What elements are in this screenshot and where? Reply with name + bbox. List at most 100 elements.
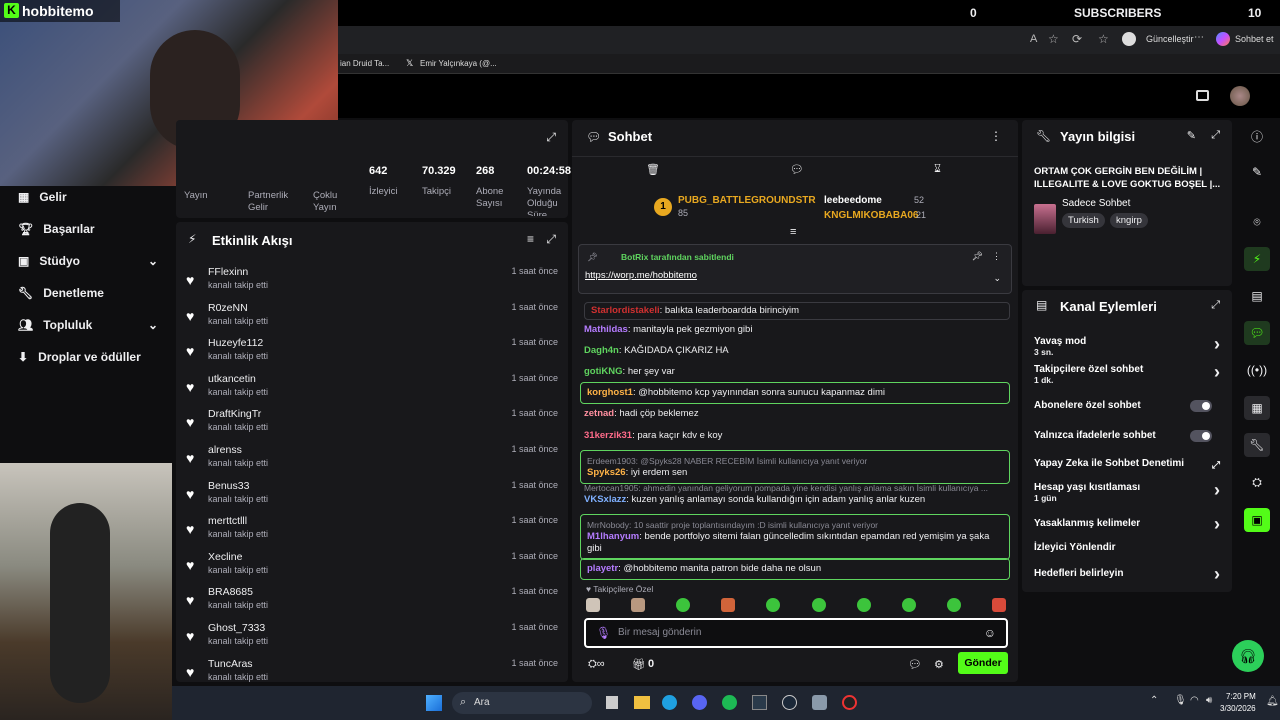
settings-app-icon[interactable]: [812, 695, 827, 710]
app-rail-icon[interactable]: ▣: [1244, 508, 1270, 532]
action-item[interactable]: Hesap yaşı kısıtlaması 1 gün ›: [1034, 480, 1224, 503]
info-icon[interactable]: ⓘ: [1244, 124, 1270, 148]
emote-item[interactable]: [631, 598, 646, 612]
feed-username[interactable]: DraftKingTr: [208, 408, 261, 420]
chat-rail-icon[interactable]: 💬︎: [1244, 321, 1270, 345]
bookmark-1[interactable]: ian Druid Ta...: [340, 59, 389, 68]
multistream-tab[interactable]: Çoklu Yayın: [313, 190, 353, 214]
support-headset-icon[interactable]: 🎧︎: [1232, 640, 1264, 672]
emote-item[interactable]: [856, 598, 871, 612]
expand-leaderboard-icon[interactable]: ≡: [790, 226, 796, 238]
chat-username[interactable]: gotiKNG: [584, 366, 623, 377]
user-avatar[interactable]: [1230, 86, 1250, 106]
chat-username[interactable]: Spyks26: [587, 467, 626, 478]
tag-kngirp[interactable]: kngirp: [1110, 213, 1148, 228]
feed-username[interactable]: Xecline: [208, 551, 242, 563]
action-item[interactable]: Abonelere özel sohbet: [1034, 400, 1224, 412]
more-vertical-icon[interactable]: ⋮: [992, 251, 1001, 262]
emote-item[interactable]: [676, 598, 691, 612]
popout-icon[interactable]: ⤢: [546, 232, 556, 247]
document-icon[interactable]: ▤: [1244, 284, 1270, 308]
pinned-link[interactable]: https://worp.me/hobbitemo: [585, 270, 697, 281]
profile-avatar[interactable]: [1122, 32, 1136, 46]
emoji-icon[interactable]: ☺: [984, 626, 996, 640]
windows-start-icon[interactable]: [426, 695, 442, 711]
microphone-icon[interactable]: 🎙︎: [596, 626, 611, 640]
feed-username[interactable]: utkancetin: [208, 373, 256, 385]
chevron-right-icon[interactable]: ›: [1214, 514, 1220, 535]
gift-icon[interactable]: 🎁︎: [632, 658, 646, 671]
chat-username[interactable]: Dagh4n: [584, 345, 619, 356]
bookmark-2[interactable]: Emir Yalçınkaya (@...: [420, 59, 497, 68]
emote-item[interactable]: [901, 598, 916, 612]
external-link-icon[interactable]: ⤢: [1212, 460, 1220, 471]
feed-username[interactable]: Benus33: [208, 480, 249, 492]
action-item[interactable]: Yasaklanmış kelimeler ›: [1034, 514, 1224, 534]
volume-icon[interactable]: 🔊︎: [1206, 695, 1212, 706]
leader-2-name[interactable]: leebeedome: [824, 195, 882, 206]
hourglass-icon[interactable]: ⌛︎: [934, 163, 941, 176]
channel-points-icon[interactable]: ⛭∞: [588, 658, 605, 671]
settings-gear-icon[interactable]: ⚙︎: [934, 658, 944, 671]
nav-topluluk[interactable]: 👥︎ Topluluk ⌄: [18, 318, 158, 332]
chevron-up-icon[interactable]: ⌃: [1150, 695, 1158, 706]
unpin-icon[interactable]: 📌︎: [972, 251, 983, 262]
emote-item[interactable]: [991, 598, 1006, 612]
popout-icon[interactable]: ⤢: [1211, 129, 1220, 142]
chevron-right-icon[interactable]: ›: [1214, 480, 1220, 501]
feed-username[interactable]: Huzeyfe112: [208, 337, 263, 349]
chat-username[interactable]: 31kerzik31: [584, 430, 632, 441]
nav-denetleme[interactable]: 🔧︎ Denetleme: [18, 286, 104, 300]
feed-username[interactable]: FFlexinn: [208, 266, 248, 278]
terminal-icon[interactable]: [752, 695, 767, 710]
nav-droplar[interactable]: ⬇︎ Droplar ve ödüller: [18, 350, 141, 364]
favorite-star-icon[interactable]: ☆: [1048, 32, 1059, 46]
extension-icon[interactable]: ⟳: [1072, 32, 1082, 46]
feed-username[interactable]: R0zeNN: [208, 302, 248, 314]
wrench-rail-icon[interactable]: 🔧︎: [1244, 433, 1270, 457]
emote-item[interactable]: [721, 598, 736, 612]
taskbar-search[interactable]: ⌕ Ara: [452, 692, 592, 714]
task-view-icon[interactable]: [606, 696, 618, 709]
chat-users-icon[interactable]: 💬︎: [908, 658, 922, 671]
feed-username[interactable]: alrenss: [208, 444, 242, 456]
steam-icon[interactable]: [782, 695, 797, 710]
edit-pencil-icon[interactable]: ✎: [1244, 160, 1270, 184]
chat-username[interactable]: zetnad: [584, 408, 614, 419]
chat-icon[interactable]: 💬︎: [790, 163, 804, 176]
send-button[interactable]: Gönder: [958, 652, 1008, 674]
broadcast-icon[interactable]: ((•)): [1244, 358, 1270, 382]
favorites-icon[interactable]: ☆: [1098, 32, 1109, 46]
stream-tab[interactable]: Yayın: [184, 190, 208, 202]
tag-turkish[interactable]: Turkish: [1062, 213, 1105, 228]
chevron-right-icon[interactable]: ›: [1214, 564, 1220, 585]
channel-actions-rail-icon[interactable]: ▦: [1244, 396, 1270, 420]
emote-item[interactable]: [586, 598, 600, 612]
action-item[interactable]: Yavaş mod 3 sn. ›: [1034, 334, 1224, 357]
action-item[interactable]: Takipçilere özel sohbet 1 dk. ›: [1034, 362, 1224, 385]
chat-username[interactable]: Starlordistakeli: [591, 305, 660, 316]
activity-lightning-icon[interactable]: ⚡︎: [1244, 247, 1270, 271]
emote-item[interactable]: [946, 598, 961, 612]
clock-date[interactable]: 3/30/2026: [1220, 704, 1256, 713]
chevron-right-icon[interactable]: ›: [1214, 362, 1220, 383]
chevron-down-icon[interactable]: ⌄: [993, 273, 1001, 284]
trash-icon[interactable]: 🗑︎: [646, 163, 660, 176]
notification-icon[interactable]: 🔔︎: [1266, 696, 1279, 707]
chat-username[interactable]: playetr: [587, 563, 618, 574]
feed-username[interactable]: TuncAras: [208, 658, 253, 670]
emote-item[interactable]: [811, 598, 826, 612]
read-aloud-icon[interactable]: A: [1030, 33, 1037, 45]
wifi-icon[interactable]: ◠: [1190, 695, 1199, 706]
feed-username[interactable]: merttctlll: [208, 515, 247, 527]
file-explorer-icon[interactable]: [634, 696, 650, 709]
chat-input-box[interactable]: 🎙︎ Bir mesaj gönderin ☺: [584, 618, 1008, 648]
spotify-icon[interactable]: [722, 695, 737, 710]
action-item[interactable]: İzleyici Yönlendir: [1034, 542, 1224, 553]
popout-icon[interactable]: ⤢: [546, 130, 556, 145]
chat-username[interactable]: M1lhanyum: [587, 531, 639, 542]
edit-pencil-icon[interactable]: ✎: [1187, 129, 1196, 142]
clock-time[interactable]: 7:20 PM: [1226, 692, 1256, 701]
update-button[interactable]: Güncelleştir: [1146, 34, 1194, 44]
camera-icon[interactable]: ⌾: [1244, 210, 1270, 234]
